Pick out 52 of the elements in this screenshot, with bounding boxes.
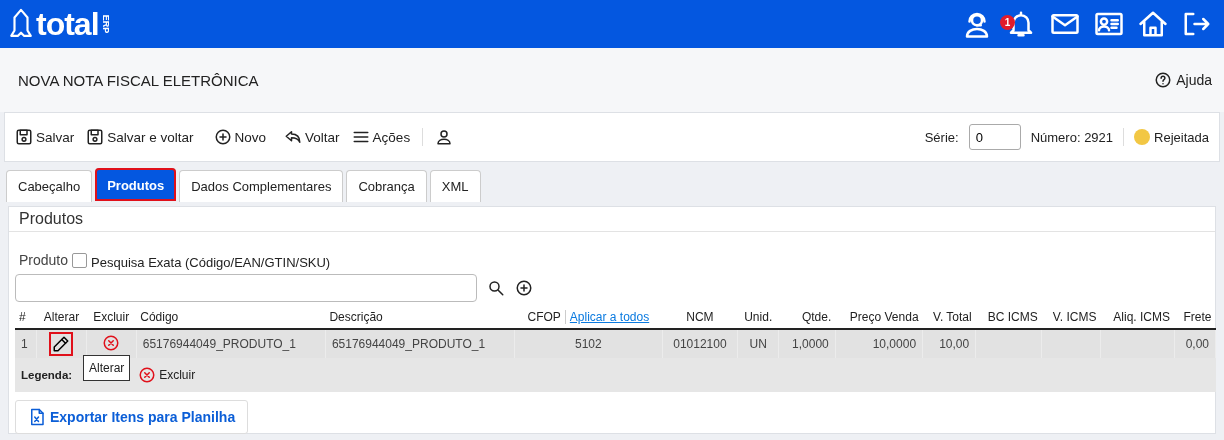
plus-circle-icon[interactable]	[515, 279, 533, 297]
help-icon	[1154, 71, 1173, 89]
home-icon[interactable]	[1138, 9, 1168, 39]
checkbox-label: Pesquisa Exata (Código/EAN/GTIN/SKU)	[91, 255, 331, 270]
edit-button[interactable]	[51, 334, 72, 354]
number-text: Número: 2921	[1030, 129, 1114, 145]
field-label: Produto	[19, 251, 69, 268]
user-icon	[435, 128, 454, 146]
actions-button[interactable]: Ações	[351, 128, 411, 146]
plus-circle-icon	[213, 128, 232, 146]
table-cell: 01012100	[662, 329, 738, 358]
save-button[interactable]: Salvar	[15, 128, 75, 146]
notification-badge: 1	[1000, 15, 1015, 30]
table-cell: 65176944049_PRODUTO_1	[325, 329, 515, 358]
table-cell: 65176944049_PRODUTO_1	[136, 329, 326, 358]
floppy-icon	[15, 128, 33, 146]
help-button[interactable]: Ajuda	[1154, 71, 1212, 89]
tab[interactable]: XML	[429, 170, 481, 202]
delete-icon	[138, 366, 157, 384]
legend-label: Legenda:	[21, 369, 73, 381]
table-cell: 1	[15, 329, 37, 358]
export-button[interactable]: Exportar Itens para Planilha	[15, 400, 249, 434]
new-button[interactable]: Novo	[213, 128, 267, 146]
column-header: CFOP	[527, 310, 561, 324]
checkbox[interactable]	[72, 253, 88, 268]
pencil-icon	[52, 335, 71, 353]
serie-field[interactable]: 0	[968, 124, 1021, 150]
save-button[interactable]: Salvar e voltar	[86, 128, 194, 146]
logo-text: total	[36, 8, 99, 40]
tooltip: Alterar	[83, 355, 131, 381]
table-cell: 5102	[514, 329, 663, 358]
status-text: Rejeitada	[1154, 129, 1209, 145]
tab[interactable]: Produtos	[95, 168, 177, 201]
serie-label: Série:	[924, 129, 959, 145]
page-title: NOVA NOTA FISCAL ELETRÔNICA	[18, 71, 259, 89]
tab[interactable]: Cobrança	[346, 170, 427, 202]
panel-title: Produtos	[9, 207, 1215, 232]
search-icon[interactable]	[487, 279, 505, 297]
delete-button[interactable]	[102, 333, 121, 352]
user-button[interactable]	[435, 128, 454, 146]
legend-text: Excluir	[159, 368, 196, 382]
tab[interactable]: Cabeçalho	[6, 170, 93, 202]
reply-arrow-icon	[284, 128, 303, 146]
table-cell: 10,0000	[835, 329, 923, 358]
table-cell: 1,0000	[778, 329, 836, 358]
logo-suffix: ERP	[100, 14, 111, 34]
apply-all-link[interactable]: Aplicar a todos	[564, 310, 650, 324]
product-search-field[interactable]	[15, 274, 477, 302]
spreadsheet-file-icon	[28, 408, 46, 426]
tab[interactable]: Dados Complementares	[179, 170, 344, 202]
back-button[interactable]: Voltar	[284, 128, 340, 146]
floppy-icon	[86, 128, 105, 146]
